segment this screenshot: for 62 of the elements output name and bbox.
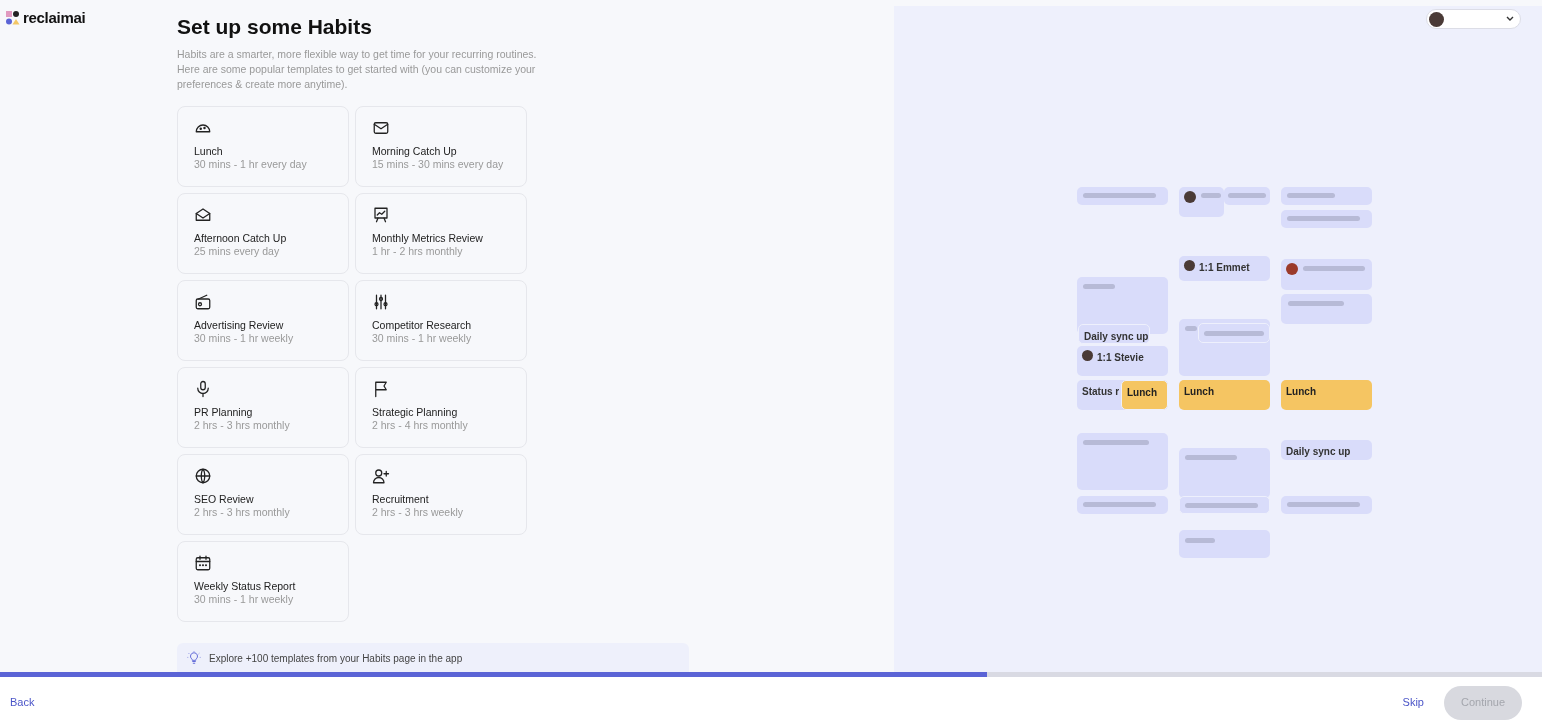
template-duration: 30 mins - 1 hr every day bbox=[194, 158, 308, 172]
habit-template-card[interactable]: Weekly Status Report 30 mins - 1 hr weekly bbox=[177, 541, 349, 623]
habit-template-card[interactable]: Afternoon Catch Up 25 mins every day bbox=[177, 193, 349, 275]
template-title: Strategic Planning bbox=[372, 406, 459, 420]
habit-template-card[interactable]: Morning Catch Up 15 mins - 30 mins every day bbox=[355, 106, 527, 188]
user-menu[interactable] bbox=[1426, 9, 1521, 29]
habit-template-card[interactable]: Lunch 30 mins - 1 hr every day bbox=[177, 106, 349, 188]
template-duration: 30 mins - 1 hr weekly bbox=[372, 332, 473, 346]
logo-text: reclaimai bbox=[23, 8, 86, 28]
user-plus-icon bbox=[372, 467, 390, 486]
microphone-icon bbox=[194, 380, 212, 399]
habit-template-card[interactable]: Competitor Research 30 mins - 1 hr weekly bbox=[355, 280, 527, 362]
event-title: 1:1 Stevie bbox=[1097, 351, 1144, 365]
sliders-icon bbox=[372, 293, 390, 312]
template-title: Weekly Status Report bbox=[194, 580, 297, 594]
template-title: Lunch bbox=[194, 145, 224, 159]
habit-template-card[interactable]: PR Planning 2 hrs - 3 hrs monthly bbox=[177, 367, 349, 449]
event-title: 1:1 Emmet bbox=[1199, 261, 1250, 275]
template-duration: 2 hrs - 4 hrs monthly bbox=[372, 419, 469, 433]
template-duration: 30 mins - 1 hr weekly bbox=[194, 593, 295, 607]
event-title: Daily sync up bbox=[1084, 330, 1149, 343]
flag-icon bbox=[372, 380, 390, 399]
page-heading: Set up some Habits bbox=[177, 14, 373, 40]
template-duration: 2 hrs - 3 hrs monthly bbox=[194, 506, 291, 520]
event-title: Lunch bbox=[1184, 385, 1214, 399]
template-title: Advertising Review bbox=[194, 319, 285, 333]
event-title: Lunch bbox=[1286, 385, 1316, 399]
template-duration: 30 mins - 1 hr weekly bbox=[194, 332, 295, 346]
logo-icon bbox=[6, 11, 20, 26]
habit-template-card[interactable]: SEO Review 2 hrs - 3 hrs monthly bbox=[177, 454, 349, 536]
chart-board-icon bbox=[372, 206, 390, 225]
globe-icon bbox=[194, 467, 212, 486]
back-link[interactable]: Back bbox=[10, 694, 35, 711]
habit-template-card[interactable]: Strategic Planning 2 hrs - 4 hrs monthly bbox=[355, 367, 527, 449]
template-duration: 2 hrs - 3 hrs monthly bbox=[194, 419, 291, 433]
event-title: Lunch bbox=[1127, 386, 1157, 400]
template-duration: 25 mins every day bbox=[194, 245, 281, 259]
lightbulb-icon bbox=[187, 651, 201, 666]
event-title: Daily sync up bbox=[1286, 445, 1351, 459]
template-title: Competitor Research bbox=[372, 319, 473, 333]
template-title: Recruitment bbox=[372, 493, 430, 507]
template-duration: 1 hr - 2 hrs monthly bbox=[372, 245, 464, 259]
template-title: Monthly Metrics Review bbox=[372, 232, 484, 246]
intro-text: Habits are a smarter, more flexible way to get time for your recurring routines. Here are some popular templates to get started with (you can customize your preferences & create more anytime). bbox=[177, 47, 537, 93]
template-title: PR Planning bbox=[194, 406, 254, 420]
tip-text: Explore +100 templates from your Habits page in the app bbox=[209, 652, 463, 667]
avatar-icon bbox=[1286, 263, 1298, 275]
habit-template-card[interactable]: Monthly Metrics Review 1 hr - 2 hrs monthly bbox=[355, 193, 527, 275]
caret-icon bbox=[1506, 16, 1514, 22]
template-title: Afternoon Catch Up bbox=[194, 232, 288, 246]
template-duration: 2 hrs - 3 hrs weekly bbox=[372, 506, 465, 520]
event-title: Status r bbox=[1082, 385, 1120, 399]
template-duration: 15 mins - 30 mins every day bbox=[372, 158, 505, 172]
calendar-icon bbox=[194, 554, 212, 573]
habit-template-card[interactable]: Advertising Review 30 mins - 1 hr weekly bbox=[177, 280, 349, 362]
template-title: SEO Review bbox=[194, 493, 255, 507]
template-title: Morning Catch Up bbox=[372, 145, 458, 159]
avatar-icon bbox=[1184, 191, 1196, 203]
radio-icon bbox=[194, 293, 212, 312]
avatar-icon bbox=[1429, 11, 1444, 27]
skip-link[interactable]: Skip bbox=[1402, 694, 1424, 711]
habit-template-card[interactable]: Recruitment 2 hrs - 3 hrs weekly bbox=[355, 454, 527, 536]
